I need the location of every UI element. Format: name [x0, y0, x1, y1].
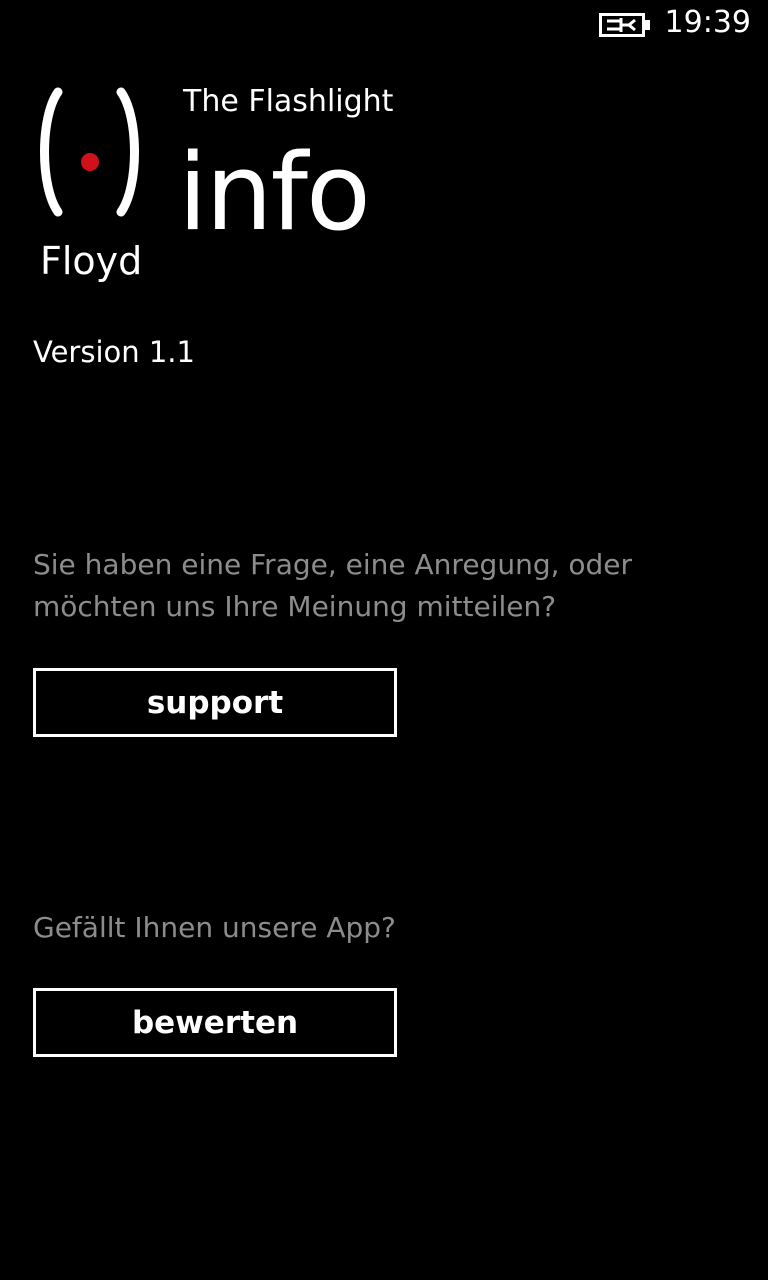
rate-prompt: Gefällt Ihnen unsere App? — [33, 911, 396, 944]
battery-charging-icon — [599, 11, 651, 39]
page-title: info — [178, 131, 371, 254]
rate-button[interactable]: bewerten — [33, 988, 397, 1057]
floyd-logo-icon: Floyd — [28, 82, 152, 292]
svg-text:Floyd: Floyd — [40, 239, 142, 283]
support-button[interactable]: support — [33, 668, 397, 737]
status-time: 19:39 — [664, 5, 751, 40]
version-label: Version 1.1 — [33, 335, 195, 369]
status-bar: 19:39 — [0, 0, 768, 50]
app-name: The Flashlight — [183, 84, 394, 119]
support-prompt: Sie haben eine Frage, eine Anregung, ode… — [33, 548, 633, 623]
